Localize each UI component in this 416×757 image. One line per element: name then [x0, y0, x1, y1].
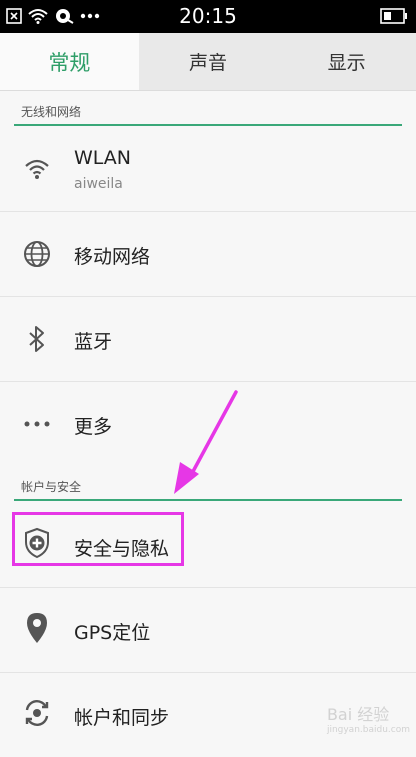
settings-row-mobile-network[interactable]: 移动网络	[0, 212, 416, 297]
mobile-network-title: 移动网络	[74, 246, 151, 268]
settings-row-bluetooth[interactable]: 蓝牙	[0, 297, 416, 382]
settings-row-more[interactable]: 更多	[0, 382, 416, 466]
section-divider	[14, 124, 402, 126]
globe-icon	[21, 238, 53, 270]
section-title: 帐户与安全	[21, 480, 82, 494]
section-header-wireless: 无线和网络	[0, 96, 416, 126]
status-bar: 20:15	[0, 0, 416, 33]
account-sync-title: 帐户和同步	[74, 707, 170, 729]
settings-row-gps[interactable]: GPS定位	[0, 588, 416, 673]
watermark-logo: Bai 经验	[326, 705, 390, 724]
sync-icon	[21, 697, 53, 729]
settings-row-wlan[interactable]: WLAN aiweila	[0, 127, 416, 212]
ellipsis-icon	[21, 408, 53, 440]
watermark: Bai 经验 jingyan.baidu.com	[327, 701, 410, 735]
section-title: 无线和网络	[21, 105, 82, 119]
battery-icon	[380, 8, 407, 24]
tab-sound[interactable]: 声音	[139, 33, 278, 90]
bluetooth-icon	[21, 323, 53, 355]
wifi-icon	[21, 153, 53, 185]
location-pin-icon	[21, 612, 53, 644]
section-divider	[14, 499, 402, 501]
settings-tabs: 常规 声音 显示	[0, 33, 416, 91]
section-header-account-security: 帐户与安全	[0, 471, 416, 501]
tab-general[interactable]: 常规	[0, 33, 139, 90]
settings-row-security-privacy[interactable]: 安全与隐私	[0, 503, 416, 588]
more-title: 更多	[74, 416, 113, 438]
shield-plus-icon	[21, 527, 53, 559]
gps-title: GPS定位	[74, 622, 151, 644]
watermark-url: jingyan.baidu.com	[326, 725, 410, 735]
wlan-title: WLAN	[74, 147, 132, 169]
security-privacy-title: 安全与隐私	[74, 538, 170, 560]
bluetooth-title: 蓝牙	[74, 331, 113, 353]
status-time: 20:15	[179, 4, 237, 28]
wlan-network-name: aiweila	[74, 176, 123, 192]
tab-display[interactable]: 显示	[277, 33, 416, 90]
